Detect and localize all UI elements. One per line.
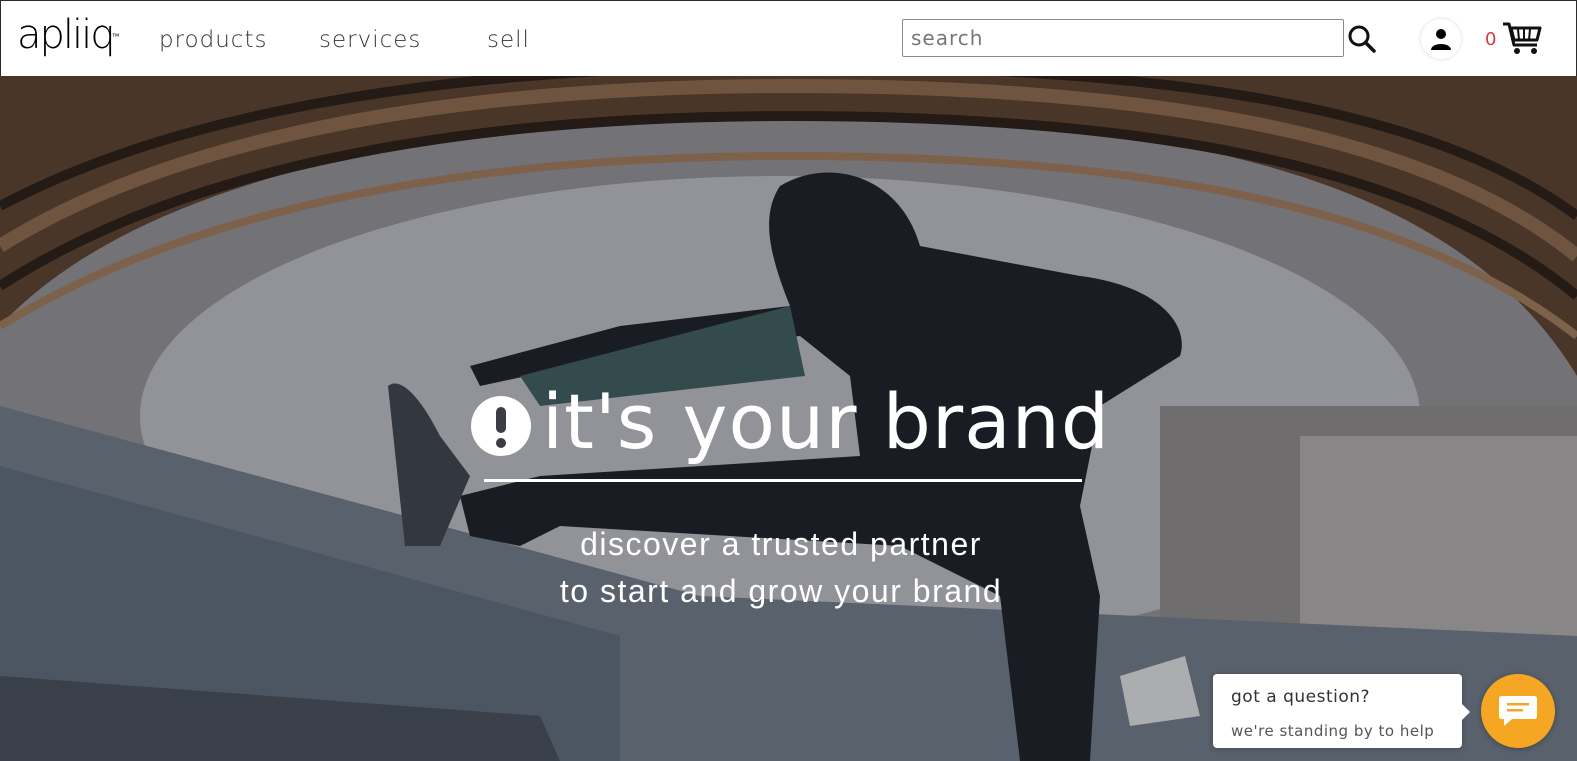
hero-banner: it's your brand discover a trusted partn… — [0, 76, 1577, 761]
cart-icon — [1503, 22, 1542, 54]
site-header: apliiq™ products services sell 0 — [0, 0, 1577, 76]
nav-products[interactable]: products — [159, 27, 267, 53]
hero-headline-text: it's your brand — [542, 377, 1111, 466]
search-icon — [1348, 25, 1376, 53]
hero-subline-2: to start and grow your brand — [559, 573, 1003, 609]
cart-count: 0 — [1485, 29, 1497, 50]
chat-launcher-button[interactable] — [1481, 674, 1555, 748]
headline-divider — [484, 479, 1082, 482]
nav-sell[interactable]: sell — [487, 27, 530, 53]
page: apliiq™ products services sell 0 — [0, 0, 1577, 761]
hero-subline-1: discover a trusted partner — [580, 526, 982, 562]
chat-subtitle: we're standing by to help — [1231, 722, 1435, 740]
hero-headline: it's your brand — [470, 372, 1110, 472]
cart-button[interactable] — [1501, 21, 1543, 57]
chat-prompt-bubble[interactable]: got a question? we're standing by to hel… — [1213, 674, 1470, 748]
search-button[interactable] — [1346, 23, 1378, 55]
user-icon — [1431, 29, 1451, 50]
nav-services[interactable]: services — [319, 27, 421, 53]
logo-trademark: ™ — [111, 32, 120, 41]
chat-title: got a question? — [1231, 687, 1371, 707]
logo-text: apliiq — [17, 12, 116, 58]
search-input[interactable] — [902, 19, 1344, 57]
logo[interactable]: apliiq ™ — [17, 12, 120, 71]
account-button[interactable] — [1421, 19, 1461, 59]
chat-icon — [1499, 696, 1537, 726]
exclamation-circle-icon — [471, 396, 531, 456]
